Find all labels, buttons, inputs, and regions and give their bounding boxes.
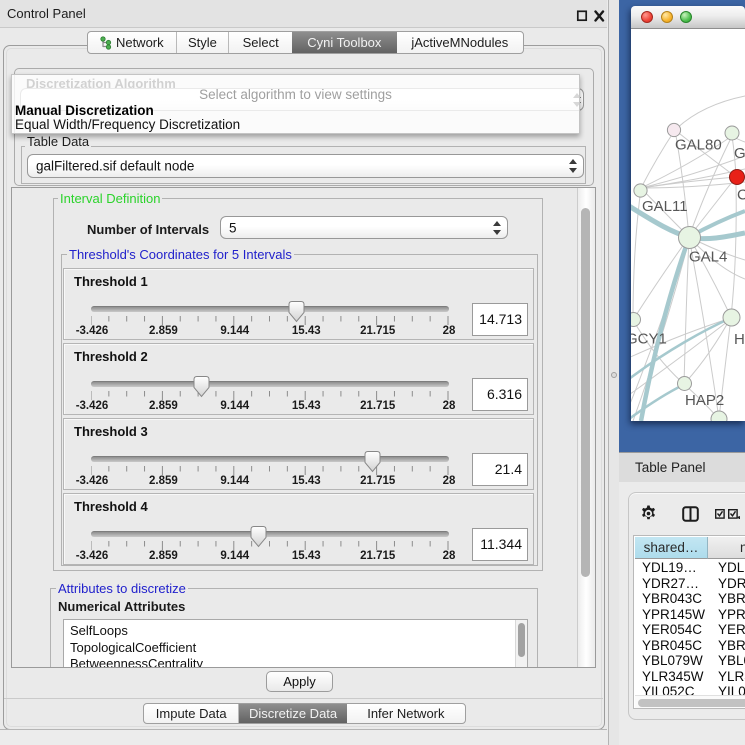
- svg-text:H: H: [734, 331, 745, 348]
- svg-text:GAL4: GAL4: [689, 249, 727, 266]
- svg-text:HAP2: HAP2: [685, 392, 724, 409]
- svg-text:GAL11: GAL11: [642, 198, 688, 215]
- svg-text:GCY1: GCY1: [631, 331, 667, 348]
- svg-text:C: C: [737, 187, 745, 204]
- svg-text:GAL80: GAL80: [675, 137, 722, 154]
- svg-text:GA: GA: [734, 145, 745, 162]
